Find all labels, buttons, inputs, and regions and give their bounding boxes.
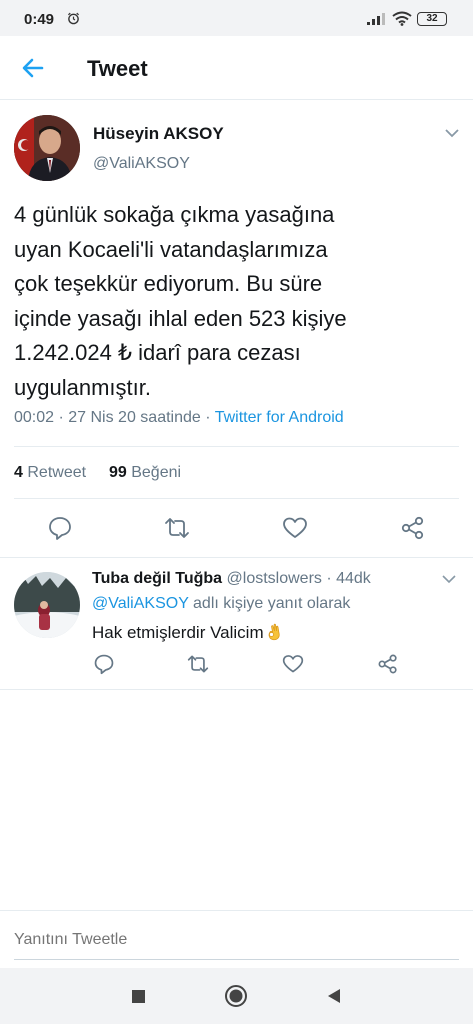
retweet-icon[interactable]: [164, 515, 190, 541]
tweet-text: 4 günlük sokağa çıkma yasağına uyan Koca…: [14, 202, 347, 400]
separator-dot: ·: [321, 570, 337, 587]
app-bar: Tweet: [0, 36, 473, 100]
mention-link[interactable]: @ValiAKSOY: [92, 595, 189, 612]
status-time: 0:49: [24, 11, 55, 28]
alarm-icon: [67, 12, 80, 25]
reply-header: Tuba değil Tuğba @lostslowers · 44dk: [92, 570, 371, 588]
arrow-left-icon[interactable]: [20, 55, 46, 81]
status-bar: 0:49 32: [0, 0, 473, 36]
battery-icon: 32: [417, 12, 447, 26]
reply-input[interactable]: [14, 931, 459, 949]
reply-avatar[interactable]: [14, 572, 80, 638]
retweet-label: Retweet: [27, 464, 87, 481]
back-triangle-icon[interactable]: [322, 984, 346, 1008]
home-circle-icon[interactable]: [224, 984, 248, 1008]
reply-context: @ValiAKSOY adlı kişiye yanıt olarak: [92, 595, 350, 613]
compose-underline: [14, 959, 459, 960]
reply-icon[interactable]: [93, 653, 115, 675]
reply-icon[interactable]: [47, 515, 73, 541]
like-icon[interactable]: [282, 653, 304, 675]
share-icon[interactable]: [377, 653, 399, 675]
system-nav-bar: [0, 968, 473, 1024]
signal-icon: [367, 13, 385, 25]
wifi-icon: [392, 11, 412, 26]
divider: [14, 446, 459, 447]
reply-actions: [0, 650, 473, 690]
divider: [14, 498, 459, 499]
share-icon[interactable]: [400, 515, 426, 541]
avatar-image: [14, 115, 80, 181]
retweet-stat[interactable]: 4 Retweet: [14, 464, 86, 481]
tweet-timestamp: 00:02 · 27 Nis 20 saatinde ·: [14, 409, 215, 426]
author-handle[interactable]: @ValiAKSOY: [93, 155, 190, 173]
like-stat[interactable]: 99 Beğeni: [109, 464, 181, 481]
chevron-down-icon[interactable]: [441, 573, 457, 585]
reply-context-text: adlı kişiye yanıt olarak: [188, 595, 351, 612]
reply-author-name[interactable]: Tuba değil Tuğba: [92, 570, 222, 587]
reply-author-handle[interactable]: @lostslowers: [227, 570, 322, 587]
ok-hand-icon: [268, 623, 280, 641]
reply-avatar-image: [14, 572, 80, 638]
tweet-source-link[interactable]: Twitter for Android: [215, 409, 344, 426]
like-label: Beğeni: [131, 464, 182, 481]
tweet-actions: [0, 509, 473, 549]
divider: [0, 689, 473, 690]
author-name[interactable]: Hüseyin AKSOY: [93, 124, 224, 144]
tweet-stats: 4 Retweet 99 Beğeni: [14, 464, 181, 482]
page-title: Tweet: [87, 56, 148, 81]
retweet-count: 4: [14, 464, 23, 481]
avatar[interactable]: [14, 115, 80, 181]
tweet-meta: 00:02 · 27 Nis 20 saatinde · Twitter for…: [14, 409, 344, 427]
reply-text: Hak etmişlerdir Valicim: [92, 622, 282, 643]
retweet-icon[interactable]: [187, 653, 209, 675]
reply-body: Hak etmişlerdir Valicim: [92, 623, 264, 642]
recents-square-icon[interactable]: [126, 984, 150, 1008]
like-count: 99: [108, 464, 127, 481]
compose-bar: [0, 910, 473, 968]
reply-time: 44dk: [336, 570, 371, 587]
divider: [0, 557, 473, 558]
like-icon[interactable]: [282, 515, 308, 541]
chevron-down-icon[interactable]: [443, 126, 461, 140]
